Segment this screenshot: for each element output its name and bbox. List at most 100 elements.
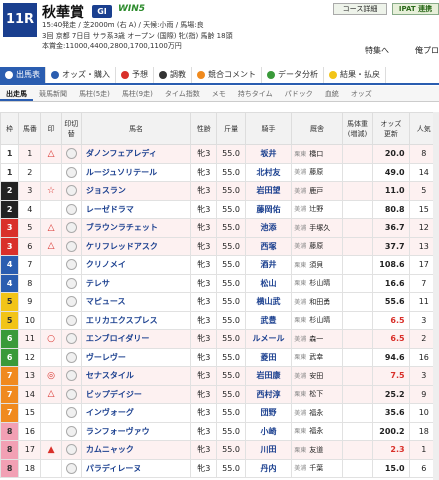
subtab-7[interactable]: パドック <box>279 86 319 101</box>
trainer-label[interactable]: 福永 <box>309 427 323 435</box>
trainer-label[interactable]: 和田勇 <box>309 298 330 306</box>
trainer-name[interactable]: 美浦 森一 <box>291 329 343 349</box>
table-row[interactable]: 1 1 △ ダノンフェアレディ 牝3 55.0 坂井 栗東 橋口 20.0 8 <box>0 144 439 164</box>
trainer-label[interactable]: 藤原 <box>309 168 323 176</box>
table-row[interactable]: 2 4 レーゼドラマ 牝3 55.0 藤岡佑 美浦 辻野 80.8 15 <box>0 199 439 219</box>
jockey-name[interactable]: 丹内 <box>244 458 293 478</box>
trainer-label[interactable]: 武幸 <box>309 353 323 361</box>
mark-toggle-icon[interactable] <box>65 407 77 419</box>
table-row[interactable]: 2 3 ☆ ジョスラン 牝3 55.0 岩田望 美浦 鹿戸 11.0 5 <box>0 181 439 201</box>
table-row[interactable]: 5 10 エリカエクスプレス 牝3 55.0 武豊 栗東 杉山晴 6.5 3 <box>0 310 439 330</box>
tab-6[interactable]: 結果・払戻 <box>324 67 386 83</box>
trainer-label[interactable]: 辻野 <box>309 205 323 213</box>
table-row[interactable]: 7 14 △ ビップデイジー 牝3 55.0 西村淳 栗東 松下 25.2 9 <box>0 384 439 404</box>
subtab-1[interactable]: 競馬新聞 <box>33 86 73 101</box>
mark-toggle-icon[interactable] <box>65 185 77 197</box>
jockey-name[interactable]: 川田 <box>244 440 293 460</box>
table-row[interactable]: 6 11 ○ エンブロイダリー 牝3 55.0 ルメール 美浦 森一 6.5 2 <box>0 329 439 349</box>
trainer-name[interactable]: 栗東 杉山晴 <box>291 310 343 330</box>
mark-toggle[interactable] <box>60 162 82 182</box>
jockey-name[interactable]: 岩田康 <box>244 366 293 386</box>
horse-name[interactable]: レーゼドラマ <box>80 199 192 219</box>
mark-toggle[interactable] <box>60 384 82 404</box>
jockey-name[interactable]: 武豊 <box>244 310 293 330</box>
mark-toggle[interactable] <box>60 236 82 256</box>
table-row[interactable]: 3 5 △ ブラウンラチェット 牝3 55.0 池添 美浦 手塚久 36.7 12 <box>0 218 439 238</box>
horse-name[interactable]: ジョスラン <box>80 181 192 201</box>
jockey-name[interactable]: 藤岡佑 <box>244 199 293 219</box>
mark-toggle-icon[interactable] <box>65 222 77 234</box>
trainer-name[interactable]: 栗東 杉山晴 <box>291 273 343 293</box>
table-row[interactable]: 6 12 ヴーレヴー 牝3 55.0 菱田 栗東 武幸 94.6 16 <box>0 347 439 367</box>
tab-3[interactable]: 調教 <box>154 67 192 83</box>
subtab-5[interactable]: メモ <box>206 86 232 101</box>
mark-toggle-icon[interactable] <box>65 351 77 363</box>
tab-0[interactable]: 出馬表 <box>0 67 46 83</box>
subtab-8[interactable]: 血統 <box>319 86 345 101</box>
tab-5[interactable]: データ分析 <box>262 67 324 83</box>
mark-toggle[interactable] <box>60 440 82 460</box>
horse-name[interactable]: ヴーレヴー <box>80 347 192 367</box>
horse-name[interactable]: ルージュソリテール <box>80 162 192 182</box>
mark-toggle[interactable] <box>60 218 82 238</box>
tab-1[interactable]: オッズ・購入 <box>46 67 116 83</box>
horse-name[interactable]: ブラウンラチェット <box>80 218 192 238</box>
pro-link[interactable]: 俺プロ <box>415 45 439 56</box>
mark-toggle[interactable] <box>60 329 82 349</box>
trainer-name[interactable]: 美浦 藤原 <box>291 236 343 256</box>
trainer-name[interactable]: 美浦 辻野 <box>291 199 343 219</box>
subtab-0[interactable]: 出走馬 <box>0 86 33 101</box>
jockey-name[interactable]: ルメール <box>244 329 293 349</box>
mark-toggle-icon[interactable] <box>65 462 77 474</box>
horse-name[interactable]: カムニャック <box>80 440 192 460</box>
jockey-name[interactable]: 北村友 <box>244 162 293 182</box>
trainer-name[interactable]: 美浦 鹿戸 <box>291 181 343 201</box>
tab-4[interactable]: 競合コメント <box>192 67 262 83</box>
jockey-name[interactable]: 菱田 <box>244 347 293 367</box>
mark-toggle-icon[interactable] <box>65 296 77 308</box>
table-row[interactable]: 7 13 ◎ セナスタイル 牝3 55.0 岩田康 美浦 安田 7.5 3 <box>0 366 439 386</box>
trainer-label[interactable]: 友道 <box>309 446 323 454</box>
trainer-label[interactable]: 杉山晴 <box>309 316 330 324</box>
jockey-name[interactable]: 西村淳 <box>244 384 293 404</box>
mark-toggle-icon[interactable] <box>65 333 77 345</box>
subtab-4[interactable]: タイム指数 <box>159 86 206 101</box>
subtab-9[interactable]: オッズ <box>345 86 378 101</box>
horse-name[interactable]: ランフォーヴァウ <box>80 421 192 441</box>
course-detail-button[interactable]: コース詳細 <box>333 3 387 15</box>
mark-toggle[interactable] <box>60 310 82 330</box>
trainer-name[interactable]: 栗東 松下 <box>291 384 343 404</box>
feature-link[interactable]: 特集へ <box>365 45 389 56</box>
mark-toggle[interactable] <box>60 458 82 478</box>
scrollbar[interactable] <box>433 112 439 480</box>
mark-toggle[interactable] <box>60 255 82 275</box>
table-row[interactable]: 5 9 マピュース 牝3 55.0 横山武 美浦 和田勇 55.6 11 <box>0 292 439 312</box>
trainer-label[interactable]: 安田 <box>309 372 323 380</box>
jockey-name[interactable]: 松山 <box>244 273 293 293</box>
mark-toggle-icon[interactable] <box>65 259 77 271</box>
trainer-label[interactable]: 鹿戸 <box>309 187 323 195</box>
mark-toggle-icon[interactable] <box>65 277 77 289</box>
odds-update-button[interactable]: 更新 <box>384 130 398 138</box>
jockey-name[interactable]: 酒井 <box>244 255 293 275</box>
mark-toggle[interactable] <box>60 199 82 219</box>
trainer-label[interactable]: 杉山晴 <box>309 279 330 287</box>
mark-toggle[interactable] <box>60 292 82 312</box>
table-row[interactable]: 3 6 △ ケリフレッドアスク 牝3 55.0 西塚 美浦 藤原 37.7 13 <box>0 236 439 256</box>
trainer-label[interactable]: 手塚久 <box>309 224 330 232</box>
trainer-label[interactable]: 橋口 <box>309 150 323 158</box>
mark-toggle-icon[interactable] <box>65 240 77 252</box>
table-row[interactable]: 4 8 テレサ 牝3 55.0 松山 栗東 杉山晴 16.6 7 <box>0 273 439 293</box>
trainer-name[interactable]: 美浦 和田勇 <box>291 292 343 312</box>
mark-toggle[interactable] <box>60 181 82 201</box>
table-row[interactable]: 4 7 クリノメイ 牝3 55.0 酒井 栗東 須貝 108.6 17 <box>0 255 439 275</box>
trainer-name[interactable]: 栗東 友道 <box>291 440 343 460</box>
horse-name[interactable]: ダノンフェアレディ <box>80 144 192 164</box>
mark-toggle[interactable] <box>60 366 82 386</box>
mark-toggle-icon[interactable] <box>65 203 77 215</box>
jockey-name[interactable]: 池添 <box>244 218 293 238</box>
table-row[interactable]: 7 15 インヴォーグ 牝3 55.0 団野 美浦 福永 35.6 10 <box>0 403 439 423</box>
table-row[interactable]: 8 16 ランフォーヴァウ 牝3 55.0 小崎 栗東 福永 200.2 18 <box>0 421 439 441</box>
horse-name[interactable]: インヴォーグ <box>80 403 192 423</box>
subtab-2[interactable]: 馬柱(5走) <box>73 86 116 101</box>
